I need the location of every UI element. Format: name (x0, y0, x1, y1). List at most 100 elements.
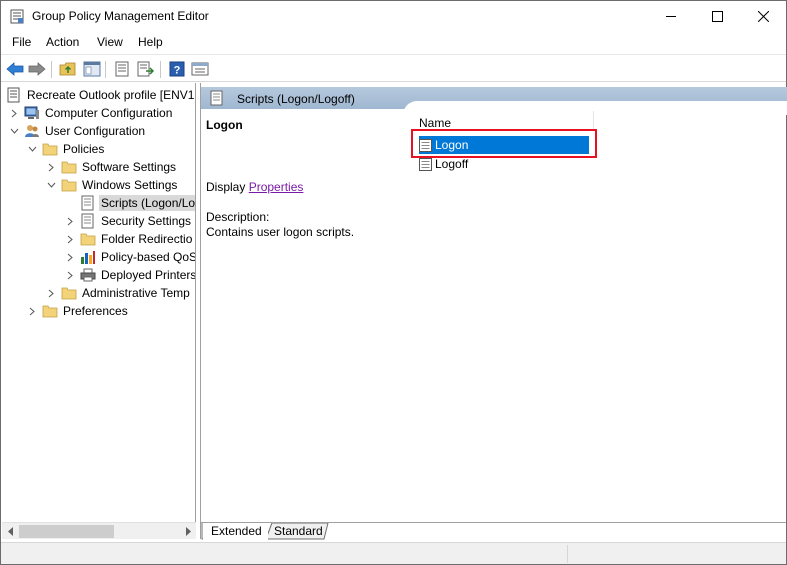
view-tabs: Extended Standard (200, 522, 786, 540)
folder-icon (61, 159, 77, 175)
tree-item-computer-configuration[interactable]: Computer Configuration (8, 104, 174, 122)
chevron-right-icon[interactable] (8, 104, 20, 122)
script-item-icon (419, 157, 432, 171)
tree-item-user-configuration[interactable]: User Configuration (8, 122, 147, 140)
header-curve (403, 101, 787, 115)
window-title: Group Policy Management Editor (32, 9, 209, 23)
minimize-icon (665, 16, 676, 17)
tree-label: Recreate Outlook profile [ENV15 (27, 88, 196, 102)
export-list-button[interactable] (136, 59, 156, 79)
properties-icon (115, 61, 129, 77)
tree-label: Scripts (Logon/Lo (99, 195, 196, 211)
chevron-down-icon[interactable] (26, 140, 38, 158)
tree-item-security-settings[interactable]: Security Settings (64, 212, 193, 230)
tree-item-policy-based-qos[interactable]: Policy-based QoS (64, 248, 196, 266)
tree-item-administrative-templates[interactable]: Administrative Temp (45, 284, 192, 302)
maximize-icon (711, 11, 723, 22)
tree-label: Windows Settings (82, 178, 178, 192)
tree-item-preferences[interactable]: Preferences (26, 302, 130, 320)
details-header: Scripts (Logon/Logoff) (201, 87, 787, 115)
extended-title: Logon (206, 118, 243, 132)
list-item-label: Logoff (435, 157, 469, 171)
minimize-button[interactable] (648, 1, 694, 32)
folder-icon (42, 303, 58, 319)
status-segment (567, 545, 786, 563)
chevron-right-icon[interactable] (64, 212, 76, 230)
printer-icon (80, 267, 96, 283)
maximize-button[interactable] (694, 1, 740, 32)
forward-icon (28, 62, 46, 76)
folder-icon (61, 177, 77, 193)
security-icon (80, 213, 96, 229)
tree-label: Deployed Printers (101, 268, 196, 282)
menu-action[interactable]: Action (46, 35, 79, 49)
show-hide-tree-icon (83, 61, 101, 77)
highlight-annotation (411, 129, 597, 158)
menu-view[interactable]: View (97, 35, 123, 49)
menu-file[interactable]: File (12, 35, 31, 49)
computer-icon (24, 105, 40, 121)
up-folder-button[interactable] (58, 59, 78, 79)
title-bar[interactable]: Group Policy Management Editor (1, 1, 786, 32)
main-window: Group Policy Management Editor File Acti… (0, 0, 787, 565)
close-icon (757, 11, 769, 22)
scripts-icon (80, 195, 96, 211)
tree-label: Administrative Temp (82, 286, 190, 300)
console-view-button[interactable] (190, 59, 210, 79)
chevron-right-icon[interactable] (64, 230, 76, 248)
tree-horizontal-scrollbar[interactable] (2, 522, 196, 539)
tree-label: Policy-based QoS (101, 250, 196, 264)
chevron-right-icon[interactable] (64, 266, 76, 284)
scroll-left-icon[interactable] (2, 523, 19, 540)
show-hide-tree-button[interactable] (82, 59, 102, 79)
scrollbar-thumb[interactable] (19, 525, 114, 538)
properties-link[interactable]: Properties (249, 180, 304, 194)
chevron-down-icon[interactable] (8, 122, 20, 140)
menu-bar: File Action View Help (1, 32, 786, 53)
tree-label: Folder Redirectio (101, 232, 193, 246)
scripts-icon (210, 90, 226, 106)
folder-icon (80, 231, 96, 247)
tree-item-deployed-printers[interactable]: Deployed Printers (64, 266, 196, 284)
description-text: Contains user logon scripts. (206, 225, 355, 239)
folder-icon (61, 285, 77, 301)
back-icon (6, 62, 24, 76)
chevron-right-icon[interactable] (64, 248, 76, 266)
status-bar (1, 542, 786, 564)
tree-label: Policies (63, 142, 105, 156)
display-prefix: Display (206, 180, 246, 194)
tree-item-software-settings[interactable]: Software Settings (45, 158, 178, 176)
chevron-right-icon[interactable] (26, 302, 38, 320)
tab-extended[interactable]: Extended (203, 523, 268, 540)
chevron-down-icon[interactable] (45, 176, 57, 194)
description-label: Description: (206, 210, 270, 224)
tree-item-folder-redirection[interactable]: Folder Redirectio (64, 230, 194, 248)
toolbar: ? (1, 54, 786, 82)
up-folder-icon (59, 62, 76, 76)
scroll-right-icon[interactable] (179, 523, 196, 540)
chevron-right-icon[interactable] (45, 284, 57, 302)
close-button[interactable] (740, 1, 786, 32)
menu-help[interactable]: Help (138, 35, 163, 49)
folder-icon (42, 141, 58, 157)
console-view-icon (191, 62, 209, 76)
chevron-right-icon[interactable] (45, 158, 57, 176)
properties-button[interactable] (112, 59, 132, 79)
tab-standard[interactable]: Standard (266, 523, 329, 540)
help-button[interactable]: ? (167, 59, 187, 79)
forward-button[interactable] (27, 59, 47, 79)
export-list-icon (137, 61, 155, 77)
tree-item-windows-settings[interactable]: Windows Settings (45, 176, 179, 194)
tree-item-scripts[interactable]: Scripts (Logon/Lo (64, 194, 196, 212)
toolbar-separator (51, 61, 52, 78)
svg-text:?: ? (174, 65, 181, 77)
column-header-name[interactable]: Name (419, 116, 451, 130)
back-button[interactable] (5, 59, 25, 79)
tree-item-policies[interactable]: Policies (26, 140, 106, 158)
bar-chart-icon (80, 249, 96, 265)
tree-item-root[interactable]: Recreate Outlook profile [ENV15 (6, 86, 196, 104)
console-tree[interactable]: Recreate Outlook profile [ENV15 Computer… (2, 83, 196, 539)
column-divider[interactable] (593, 111, 594, 129)
tree-label: Computer Configuration (45, 106, 173, 120)
